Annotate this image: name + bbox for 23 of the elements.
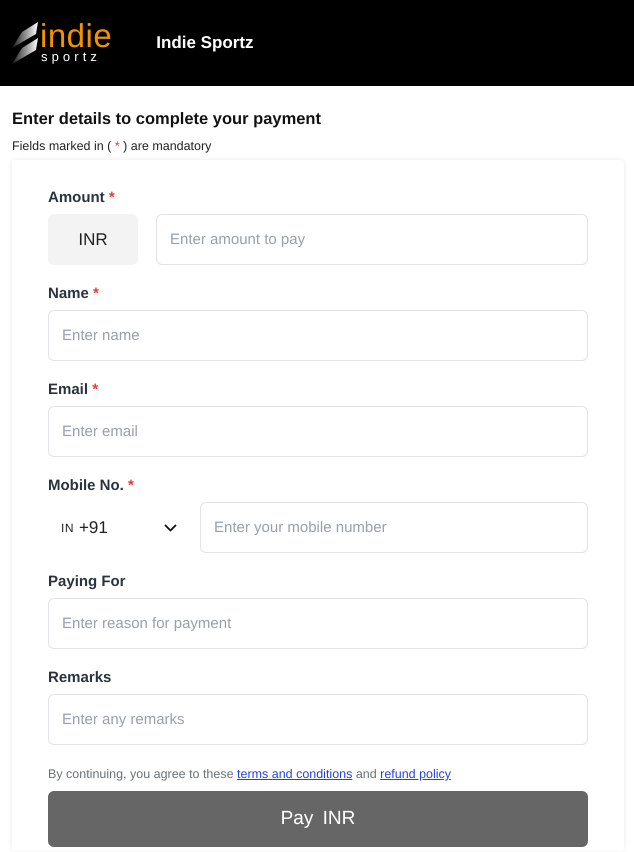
field-label: Remarks: [48, 668, 112, 688]
page-heading: Enter details to complete your payment: [12, 109, 322, 130]
input-field[interactable]: Enter name: [48, 310, 588, 361]
input-field[interactable]: Enter reason for payment: [48, 598, 588, 649]
logo-stripes-icon: [12, 22, 38, 64]
field-label: Mobile No. *: [48, 476, 134, 496]
field-label: Amount *: [48, 188, 115, 208]
logo-tagline: sportz: [41, 49, 102, 64]
site-title: Indie Sportz: [156, 33, 254, 53]
policy-link[interactable]: terms and conditions: [237, 767, 352, 781]
input-field[interactable]: Enter email: [48, 406, 588, 457]
policy-link[interactable]: refund policy: [380, 767, 452, 781]
amount-field[interactable]: Enter amount to pay: [156, 214, 588, 265]
field-label: Name *: [48, 284, 99, 304]
field-label: Email *: [48, 380, 98, 400]
phone-number-field[interactable]: Enter your mobile number: [200, 502, 588, 553]
field-label: Paying For: [48, 572, 126, 592]
mandatory-note: Fields marked in ( * ) are mandatory: [12, 138, 212, 154]
logo-wordmark: indie: [40, 22, 112, 49]
currency-prefix: INR: [48, 214, 138, 265]
chevron-down-icon: [164, 524, 177, 532]
input-field[interactable]: Enter any remarks: [48, 694, 588, 745]
consent-text: By continuing, you agree to these terms and conditions and refund policy: [48, 766, 452, 783]
